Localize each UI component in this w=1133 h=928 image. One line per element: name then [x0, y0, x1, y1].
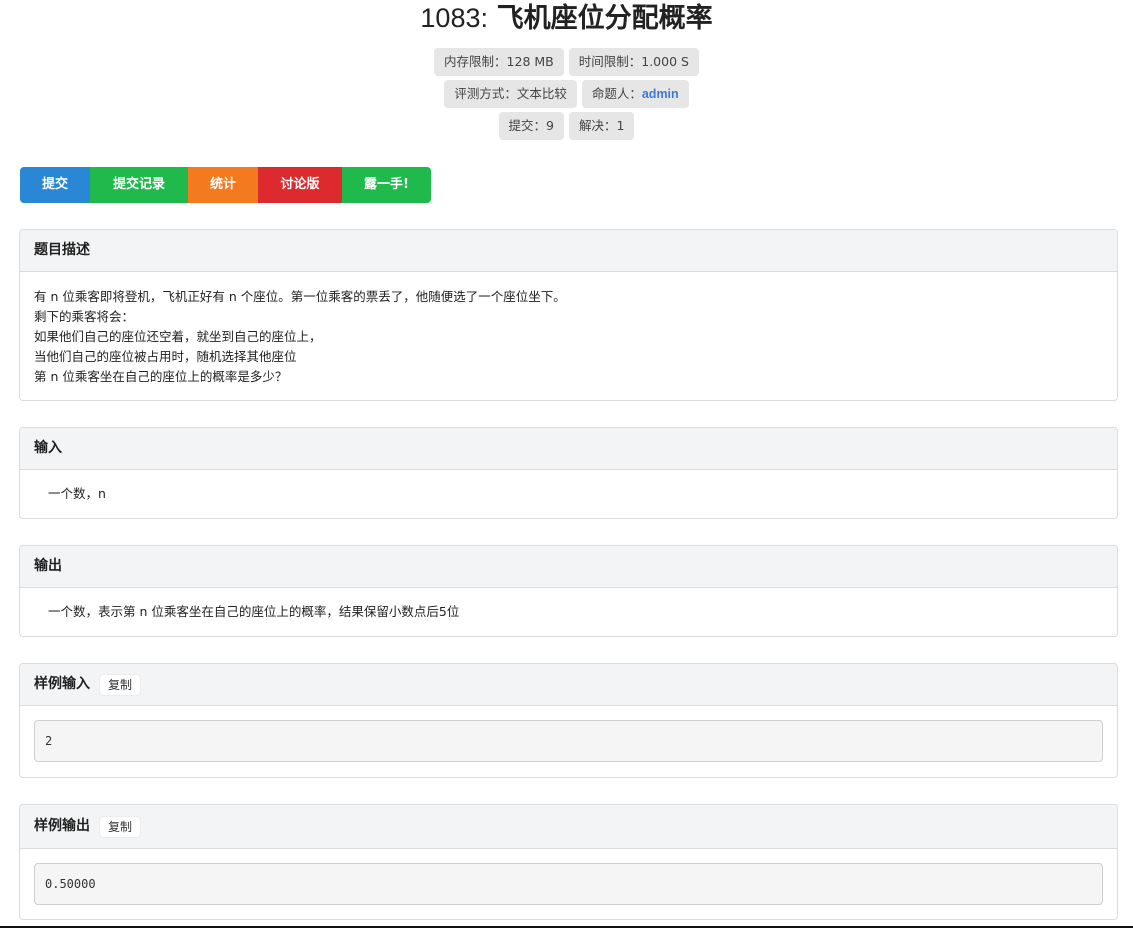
solved-badge: 解决：1 — [569, 112, 635, 140]
action-button-group: 提交 提交记录 统计 讨论版 露一手! — [20, 167, 431, 203]
description-panel: 题目描述 有 n 位乘客即将登机，飞机正好有 n 个座位。第一位乘客的票丢了，他… — [19, 229, 1118, 401]
description-line: 如果他们自己的座位还空着，就坐到自己的座位上， — [34, 329, 322, 344]
sample-input-body: 2 — [20, 706, 1117, 776]
description-body: 有 n 位乘客即将登机，飞机正好有 n 个座位。第一位乘客的票丢了，他随便选了一… — [20, 272, 1117, 400]
sample-input-heading: 样例输入 复制 — [20, 664, 1117, 706]
meta-row-limits: 内存限制：128 MB 时间限制：1.000 S — [0, 48, 1133, 76]
input-panel: 输入 一个数，n — [19, 427, 1118, 519]
submission-records-button[interactable]: 提交记录 — [90, 167, 188, 203]
author-label: 命题人： — [591, 86, 642, 101]
sample-output-body: 0.50000 — [20, 849, 1117, 919]
sample-input-code[interactable]: 2 — [34, 720, 1103, 762]
show-hand-button[interactable]: 露一手! — [342, 167, 431, 203]
sample-output-panel: 样例输出 复制 0.50000 — [19, 804, 1118, 920]
description-heading: 题目描述 — [20, 230, 1117, 272]
discussion-button[interactable]: 讨论版 — [258, 167, 342, 203]
input-heading: 输入 — [20, 428, 1117, 470]
problem-id: 1083: — [420, 3, 488, 33]
copy-sample-output-button[interactable]: 复制 — [100, 816, 141, 837]
description-line: 剩下的乘客将会： — [34, 309, 135, 324]
sample-input-panel: 样例输入 复制 2 — [19, 663, 1118, 778]
time-limit-badge: 时间限制：1.000 S — [568, 48, 699, 76]
judge-method-badge: 评测方式：文本比较 — [444, 80, 577, 108]
copy-sample-input-button[interactable]: 复制 — [100, 674, 141, 695]
author-badge: 命题人：admin — [581, 80, 689, 108]
description-line: 第 n 位乘客坐在自己的座位上的概率是多少？ — [34, 369, 288, 384]
problem-name: 飞机座位分配概率 — [496, 3, 713, 34]
author-link[interactable]: admin — [642, 87, 679, 101]
meta-row-stats: 提交：9 解决：1 — [0, 112, 1133, 140]
statistics-button[interactable]: 统计 — [188, 167, 258, 203]
sample-output-code[interactable]: 0.50000 — [34, 863, 1103, 905]
output-panel: 输出 一个数，表示第 n 位乘客坐在自己的座位上的概率，结果保留小数点后5位 — [19, 545, 1118, 637]
output-heading: 输出 — [20, 546, 1117, 588]
sample-output-heading: 样例输出 复制 — [20, 805, 1117, 849]
description-line: 有 n 位乘客即将登机，飞机正好有 n 个座位。第一位乘客的票丢了，他随便选了一… — [34, 289, 566, 304]
input-body: 一个数，n — [48, 486, 106, 501]
output-body: 一个数，表示第 n 位乘客坐在自己的座位上的概率，结果保留小数点后5位 — [48, 604, 460, 619]
problem-title: 1083: 飞机座位分配概率 — [0, 0, 1133, 36]
meta-row-judge: 评测方式：文本比较 命题人：admin — [0, 80, 1133, 108]
description-line: 当他们自己的座位被占用时，随机选择其他座位 — [34, 349, 297, 364]
submit-button[interactable]: 提交 — [20, 167, 90, 203]
memory-limit-badge: 内存限制：128 MB — [434, 48, 564, 76]
submissions-badge: 提交：9 — [498, 112, 564, 140]
